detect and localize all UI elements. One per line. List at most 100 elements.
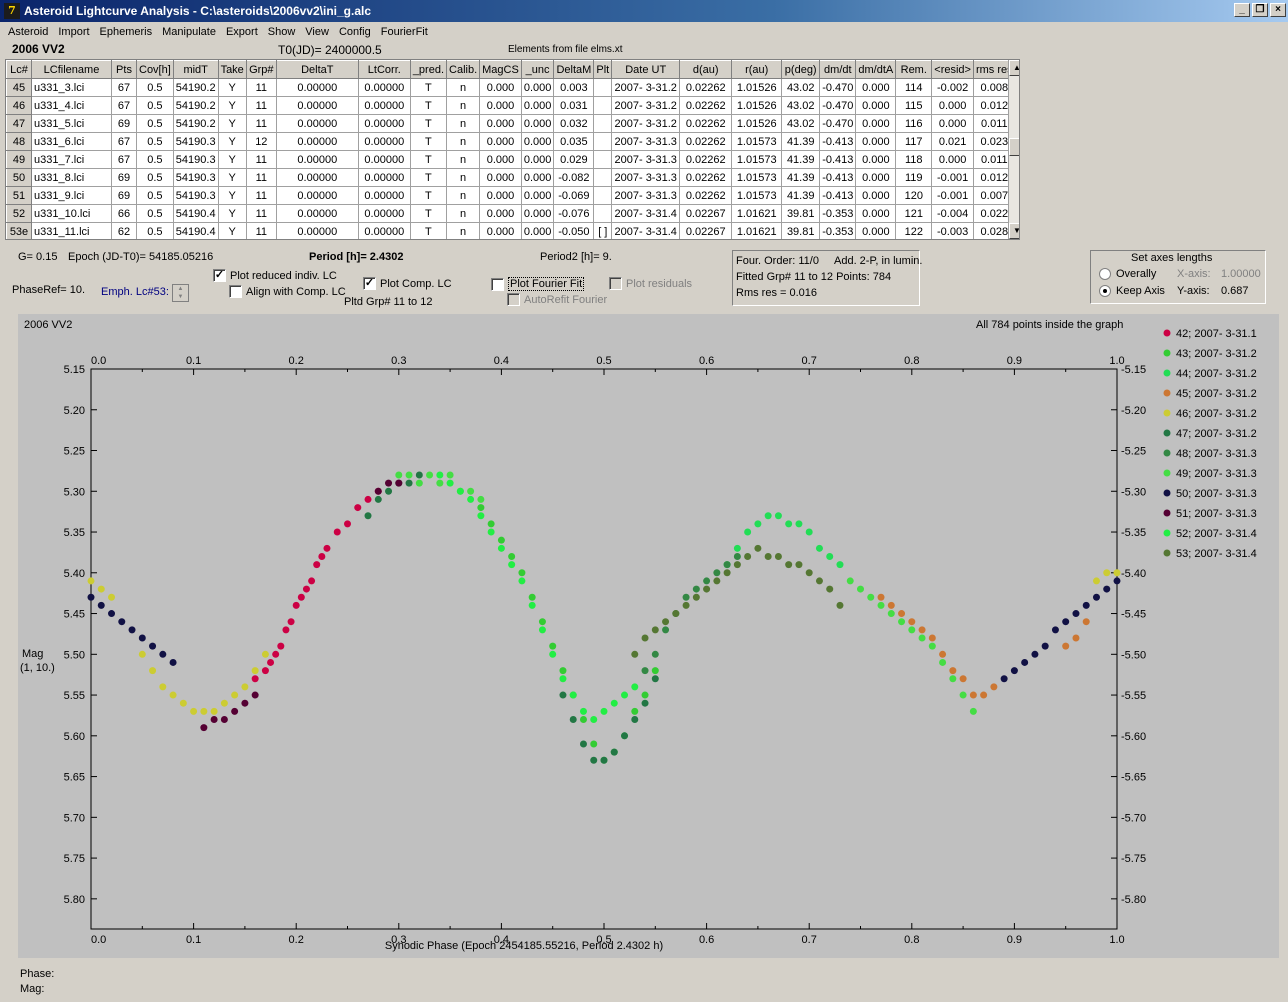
table-cell[interactable]: 0.02262 — [679, 96, 733, 115]
table-cell[interactable]: -0.353 — [819, 204, 857, 223]
table-cell[interactable]: 2007- 3-31.3 — [611, 186, 681, 205]
table-cell[interactable]: -0.076 — [553, 204, 595, 223]
table-cell[interactable]: -0.069 — [553, 186, 595, 205]
table-cell[interactable]: 47 — [6, 114, 32, 133]
table-cell[interactable]: 0.000 — [520, 78, 555, 97]
table-cell[interactable]: 2007- 3-31.3 — [611, 132, 681, 151]
table-cell[interactable]: 39.81 — [781, 222, 821, 239]
x-axis-value[interactable]: 1.00000 — [1221, 268, 1261, 280]
menu-export[interactable]: Export — [222, 26, 264, 38]
table-cell[interactable]: 0.003 — [553, 78, 595, 97]
table-cell[interactable]: u331_5.lci — [31, 114, 112, 133]
table-cell[interactable]: 11 — [245, 114, 277, 133]
table-cell[interactable] — [593, 204, 613, 223]
table-cell[interactable]: 11 — [245, 222, 277, 239]
table-cell[interactable]: 11 — [245, 204, 277, 223]
table-cell[interactable]: n — [446, 168, 481, 187]
table-cell[interactable]: 0.000 — [855, 150, 897, 169]
table-cell[interactable]: 0.000 — [855, 78, 897, 97]
table-cell[interactable]: 1.01573 — [731, 168, 783, 187]
table-cell[interactable]: 0.000 — [855, 222, 897, 239]
table-cell[interactable]: 114 — [895, 78, 933, 97]
table-cell[interactable]: n — [446, 96, 481, 115]
table-cell[interactable]: 67 — [111, 150, 137, 169]
table-cell[interactable]: 52 — [6, 204, 32, 223]
column-header[interactable]: r(au) — [731, 60, 783, 79]
table-cell[interactable]: n — [446, 186, 481, 205]
table-cell[interactable]: 0.5 — [136, 78, 174, 97]
table-row[interactable]: 48 u331_6.lci 67 0.5 54190.3 Y 12 0.00000 0.0000… — [6, 132, 1016, 151]
table-cell[interactable]: 1.01526 — [731, 114, 783, 133]
keep-axis-radio[interactable]: Keep Axis — [1099, 285, 1165, 297]
table-cell[interactable]: 0.02267 — [679, 222, 733, 239]
table-cell[interactable]: 0.029 — [553, 150, 595, 169]
table-cell[interactable]: 0.02262 — [679, 132, 733, 151]
table-cell[interactable]: 0.00000 — [357, 96, 411, 115]
table-cell[interactable]: -0.004 — [931, 204, 974, 223]
table-cell[interactable]: 1.01621 — [731, 222, 783, 239]
table-cell[interactable]: 0.00000 — [275, 186, 359, 205]
table-cell[interactable]: 116 — [895, 114, 933, 133]
table-cell[interactable]: Y — [217, 168, 247, 187]
table-cell[interactable]: -0.413 — [819, 168, 857, 187]
column-header[interactable]: _pred. — [409, 60, 448, 79]
table-cell[interactable]: 0.000 — [479, 114, 522, 133]
table-cell[interactable]: 0.00000 — [275, 150, 359, 169]
column-header[interactable]: Lc# — [6, 60, 32, 79]
table-cell[interactable]: 41.39 — [781, 168, 821, 187]
table-row[interactable]: 46 u331_4.lci 67 0.5 54190.2 Y 11 0.00000 0.0000… — [6, 96, 1016, 115]
table-cell[interactable]: 1.01526 — [731, 96, 783, 115]
plot-residuals-checkbox[interactable]: Plot residuals — [609, 277, 692, 290]
table-cell[interactable]: 1.01621 — [731, 204, 783, 223]
table-cell[interactable]: 67 — [111, 132, 137, 151]
table-cell[interactable]: n — [446, 132, 481, 151]
table-cell[interactable]: 54190.2 — [172, 96, 219, 115]
plot-reduced-checkbox[interactable]: ✓ Plot reduced indiv. LC — [213, 269, 337, 282]
period2-value[interactable]: Period2 [h]= 9. — [540, 251, 612, 263]
table-cell[interactable]: 69 — [111, 114, 137, 133]
column-header[interactable]: Take — [217, 60, 247, 79]
table-cell[interactable]: 118 — [895, 150, 933, 169]
table-cell[interactable] — [593, 114, 613, 133]
menu-import[interactable]: Import — [54, 26, 95, 38]
column-header[interactable]: d(au) — [679, 60, 733, 79]
table-cell[interactable] — [593, 186, 613, 205]
column-header[interactable]: Plt — [593, 60, 613, 79]
column-header[interactable]: dm/dtA — [855, 60, 897, 79]
table-cell[interactable]: 54190.3 — [172, 132, 219, 151]
table-cell[interactable]: 54190.2 — [172, 78, 219, 97]
table-cell[interactable]: T — [409, 78, 448, 97]
table-cell[interactable]: [ ] — [593, 222, 613, 239]
table-cell[interactable]: u331_7.lci — [31, 150, 112, 169]
scroll-up-icon[interactable]: ▲ — [1009, 60, 1019, 76]
table-cell[interactable]: u331_6.lci — [31, 132, 112, 151]
table-cell[interactable]: 2007- 3-31.2 — [611, 114, 681, 133]
table-cell[interactable]: 0.5 — [136, 96, 174, 115]
table-cell[interactable]: 0.000 — [855, 96, 897, 115]
table-cell[interactable]: 2007- 3-31.3 — [611, 150, 681, 169]
menu-manipulate[interactable]: Manipulate — [158, 26, 222, 38]
table-cell[interactable]: T — [409, 186, 448, 205]
table-cell[interactable]: 0.5 — [136, 114, 174, 133]
table-cell[interactable]: 0.00000 — [357, 78, 411, 97]
table-cell[interactable]: 54190.3 — [172, 186, 219, 205]
column-header[interactable]: DeltaT — [275, 60, 359, 79]
table-cell[interactable]: 115 — [895, 96, 933, 115]
scroll-down-icon[interactable]: ▼ — [1009, 223, 1019, 239]
table-cell[interactable]: 0.02267 — [679, 204, 733, 223]
table-cell[interactable]: -0.001 — [931, 168, 974, 187]
column-header[interactable]: LtCorr. — [357, 60, 411, 79]
table-cell[interactable]: 0.02262 — [679, 114, 733, 133]
menu-show[interactable]: Show — [264, 26, 302, 38]
table-cell[interactable]: 117 — [895, 132, 933, 151]
table-cell[interactable]: 0.5 — [136, 222, 174, 239]
table-cell[interactable]: 0.000 — [479, 150, 522, 169]
table-cell[interactable]: Y — [217, 114, 247, 133]
table-cell[interactable]: 0.032 — [553, 114, 595, 133]
table-cell[interactable]: 0.000 — [479, 132, 522, 151]
table-cell[interactable]: 1.01573 — [731, 132, 783, 151]
table-cell[interactable]: 11 — [245, 96, 277, 115]
table-cell[interactable]: 0.5 — [136, 132, 174, 151]
table-cell[interactable]: 0.02262 — [679, 168, 733, 187]
table-cell[interactable]: 49 — [6, 150, 32, 169]
